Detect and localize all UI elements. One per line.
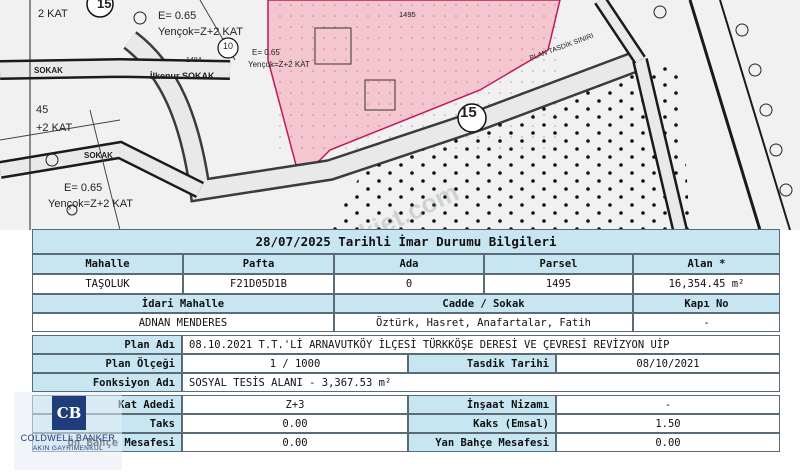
logo-subtitle: AKIN GAYRİMENKUL bbox=[32, 445, 104, 452]
header-ada: Ada bbox=[334, 254, 484, 274]
cb-monogram-icon: CB bbox=[52, 396, 86, 430]
sokak-lower-label: SOKAK bbox=[84, 151, 113, 160]
value-idari-mahalle: ADNAN MENDERES bbox=[32, 313, 334, 332]
label-plan-adi: Plan Adı bbox=[32, 335, 182, 354]
marker-15-label: 15 bbox=[97, 0, 112, 11]
header-mahalle: Mahalle bbox=[32, 254, 183, 274]
value-mahalle: TAŞOLUK bbox=[32, 274, 183, 294]
zoning-info-table: 28/07/2025 Tarihli İmar Durumu Bilgileri… bbox=[32, 229, 780, 474]
value-parsel: 1495 bbox=[484, 274, 633, 294]
ilkenur-sokak-label: İlkenur SOKAK bbox=[150, 71, 215, 81]
value-yan-bahce: 0.00 bbox=[556, 433, 780, 452]
zone-b-yencok-label: Yençok=Z+2 KAT bbox=[248, 60, 310, 69]
value-taks: 0.00 bbox=[182, 414, 408, 433]
value-kat-adedi: Z+3 bbox=[182, 395, 408, 414]
label-fonksiyon-adi: Fonksiyon Adı bbox=[32, 373, 182, 392]
parcel-1494-label: 1494 bbox=[186, 57, 202, 64]
header-kapi-no: Kapı No bbox=[633, 294, 780, 313]
table-title: 28/07/2025 Tarihli İmar Durumu Bilgileri bbox=[32, 229, 780, 254]
zone-c-45-label: 45 bbox=[36, 104, 49, 116]
value-ada: 0 bbox=[334, 274, 484, 294]
zone-b-e-label: E= 0.65 bbox=[252, 48, 280, 57]
value-kapi-no: - bbox=[633, 313, 780, 332]
zone-c-kat-label: +2 KAT bbox=[36, 122, 73, 134]
logo-monogram: CB bbox=[56, 404, 82, 422]
value-alan: 16,354.45 m² bbox=[633, 274, 780, 294]
header-parsel: Parsel bbox=[484, 254, 633, 274]
zone-a-yencok-label: Yençok=Z+2 KAT bbox=[158, 26, 243, 38]
value-plan-adi: 08.10.2021 T.T.'Lİ ARNAVUTKÖY İLÇESİ TÜR… bbox=[182, 335, 780, 354]
header-cadde-sokak: Cadde / Sokak bbox=[334, 294, 633, 313]
zone-d-e-label: E= 0.65 bbox=[64, 182, 103, 194]
value-cadde-sokak: Öztürk, Hasret, Anafartalar, Fatih bbox=[334, 313, 633, 332]
label-tasdik-tarihi: Tasdik Tarihi bbox=[408, 354, 556, 373]
label-plan-olcegi: Plan Ölçeği bbox=[32, 354, 182, 373]
label-kaks: Kaks (Emsal) bbox=[408, 414, 556, 433]
coldwell-banker-logo: CB COLDWELL BANKER AKIN GAYRİMENKUL bbox=[14, 392, 122, 470]
map-drawing bbox=[0, 0, 800, 230]
header-alan: Alan * bbox=[633, 254, 780, 274]
parcel-1495-label: 1495 bbox=[399, 10, 416, 19]
sokak-left-label: SOKAK bbox=[34, 66, 63, 75]
label-insaat-nizami: İnşaat Nizamı bbox=[408, 395, 556, 414]
marker-10-label: 10 bbox=[223, 41, 234, 51]
header-pafta: Pafta bbox=[183, 254, 334, 274]
logo-name: COLDWELL BANKER bbox=[20, 433, 116, 443]
zone-d-yencok-label: Yençok=Z+2 KAT bbox=[48, 198, 133, 210]
value-tasdik-tarihi: 08/10/2021 bbox=[556, 354, 780, 373]
value-fonksiyon-adi: SOSYAL TESİS ALANI - 3,367.53 m² bbox=[182, 373, 780, 392]
value-insaat-nizami: - bbox=[556, 395, 780, 414]
value-on-bahce: 0.00 bbox=[182, 433, 408, 452]
value-plan-olcegi: 1 / 1000 bbox=[182, 354, 408, 373]
zone-a-kat-label: 2 KAT bbox=[38, 8, 68, 20]
label-yan-bahce: Yan Bahçe Mesafesi bbox=[408, 433, 556, 452]
zone-a-e-label: E= 0.65 bbox=[158, 10, 197, 22]
value-kaks: 1.50 bbox=[556, 414, 780, 433]
value-pafta: F21D05D1B bbox=[183, 274, 334, 294]
zoning-map: 2 KAT 15 E= 0.65 Yençok=Z+2 KAT 10 E= 0.… bbox=[0, 0, 800, 230]
marker-15b-label: 15 bbox=[460, 104, 477, 121]
header-idari-mahalle: İdari Mahalle bbox=[32, 294, 334, 313]
